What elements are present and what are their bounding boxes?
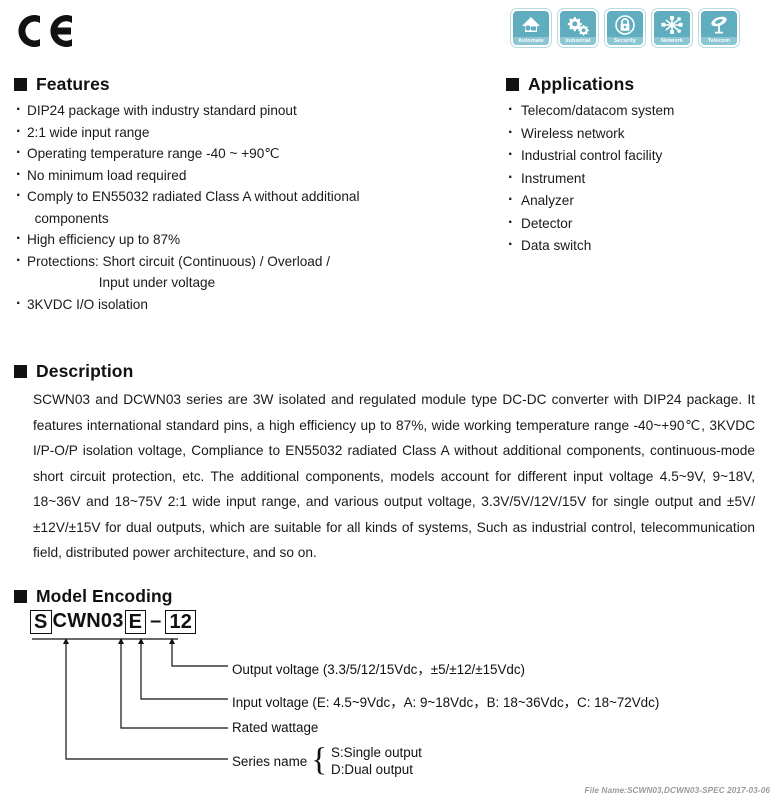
telecom-icon: Telecom [699,9,739,47]
telecom-icon-label: Telecom [701,37,737,45]
list-item: Wireless network [508,122,768,146]
section-bullet-square-icon [14,365,27,378]
section-bullet-square-icon [14,78,27,91]
list-item-continuation: components [27,210,109,226]
robot-arm-glyph [513,11,549,37]
list-item-continuation: Input under voltage [27,275,216,290]
list-item: Protections: Short circuit (Continuous) … [16,250,456,273]
features-list: DIP24 package with industry standard pin… [16,99,456,316]
list-item: Industrial control facility [508,144,768,168]
model-encoding-diagram: S CWN03 E – 12 Output voltage (3.3/5/12/… [0,604,780,794]
label-series-name: Series name { S:Single output D:Dual out… [232,744,422,778]
list-item: Telecom/datacom system [508,99,768,123]
series-option-dual: D:Dual output [331,762,413,777]
list-item: High efficiency up to 87% [16,228,456,251]
network-nodes-glyph [654,11,690,37]
curly-brace-icon: { [311,742,328,778]
gears-glyph [560,11,596,37]
network-icon: Network [652,9,692,47]
series-name-text: Series name [232,753,308,769]
automate-icon: Automate [511,9,551,47]
series-option-single: S:Single output [331,745,422,760]
label-rated-wattage: Rated wattage [232,720,319,735]
industrial-icon: Industrial [558,9,598,47]
list-item: Comply to EN55032 radiated Class A witho… [16,185,456,208]
section-bullet-square-icon [506,78,519,91]
list-item: No minimum load required [16,164,456,187]
label-output-voltage: Output voltage (3.3/5/12/15Vdc，±5/±12/±1… [232,662,526,677]
security-icon: Security [605,9,645,47]
footer-file-name: File Name:SCWN03,DCWN03-SPEC 2017-03-06 [584,786,770,795]
section-bullet-square-icon [14,590,27,603]
applications-title: Applications [528,74,635,94]
ce-mark-icon [10,8,80,54]
description-body: SCWN03 and DCWN03 series are 3W isolated… [33,392,755,560]
security-icon-label: Security [607,37,643,45]
list-item: Analyzer [508,189,768,213]
applications-section-header: Applications [506,74,634,95]
list-item: 2:1 wide input range [16,121,456,144]
features-title: Features [36,74,110,94]
list-item: Detector [508,212,768,236]
series-name-options: S:Single output D:Dual output [331,744,422,778]
satellite-dish-glyph [701,11,737,37]
padlock-glyph [607,11,643,37]
list-item: Operating temperature range -40 ~ +90℃ [16,142,456,165]
list-item: DIP24 package with industry standard pin… [16,99,456,122]
list-item: Instrument [508,167,768,191]
description-title: Description [36,361,134,381]
automate-icon-label: Automate [513,37,549,45]
industrial-icon-label: Industrial [560,37,596,45]
network-icon-label: Network [654,37,690,45]
application-icon-strip: Automate Industrial Security Network Tel… [511,9,739,47]
applications-list: Telecom/datacom system Wireless network … [508,99,768,258]
features-section-header: Features [14,74,110,95]
description-section-header: Description [14,361,133,382]
list-item: Data switch [508,234,768,258]
list-item: 3KVDC I/O isolation [16,293,456,316]
label-input-voltage: Input voltage (E: 4.5~9Vdc，A: 9~18Vdc，B:… [232,695,660,710]
